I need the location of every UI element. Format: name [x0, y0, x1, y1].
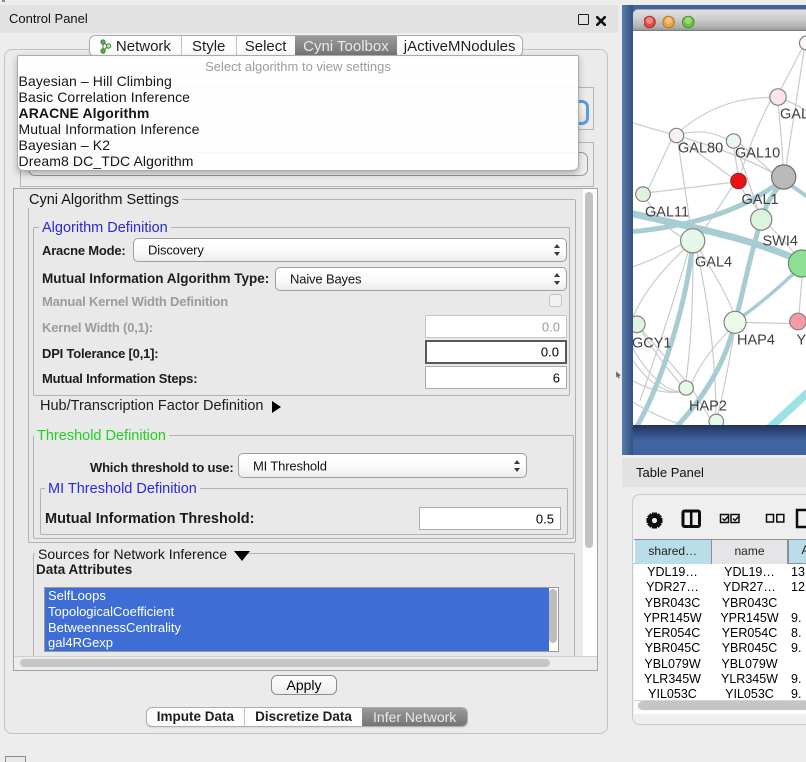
svg-text:GAL80: GAL80 — [678, 140, 723, 156]
svg-text:SWI4: SWI4 — [763, 233, 798, 249]
svg-text:GCY1: GCY1 — [633, 335, 672, 351]
svg-text:GAL1: GAL1 — [742, 192, 779, 208]
svg-text:GAL10: GAL10 — [735, 145, 780, 161]
svg-text:HAP2: HAP2 — [689, 398, 727, 414]
svg-text:Y: Y — [797, 332, 806, 348]
svg-text:GAL2: GAL2 — [780, 106, 806, 122]
svg-text:GAL4: GAL4 — [695, 254, 732, 270]
svg-text:GAL11: GAL11 — [645, 204, 689, 220]
svg-text:HAP4: HAP4 — [737, 332, 775, 348]
